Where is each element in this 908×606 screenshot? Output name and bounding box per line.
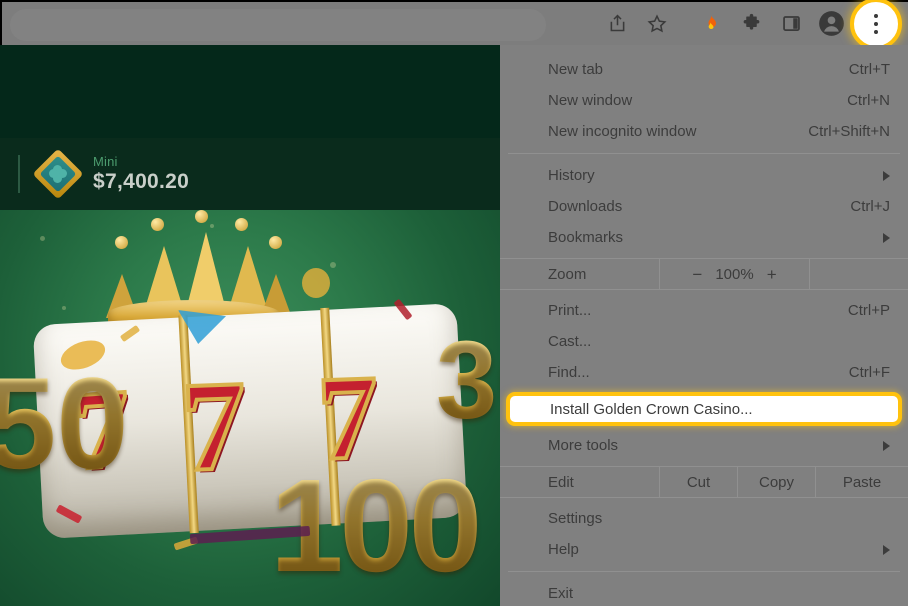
chrome-main-menu: New tab Ctrl+T New window Ctrl+N New inc… — [500, 45, 908, 606]
menu-cut-button[interactable]: Cut — [660, 467, 738, 497]
menu-dot — [874, 21, 878, 26]
fullscreen-icon[interactable] — [810, 259, 908, 289]
menu-item-label: Find... — [548, 364, 590, 381]
menu-item-downloads[interactable]: Downloads Ctrl+J — [500, 191, 908, 222]
jackpot-strip: Mini $7,400.20 — [0, 138, 500, 210]
chevron-right-icon — [883, 440, 890, 451]
clover-diamond-icon — [32, 148, 84, 200]
menu-zoom-row: Zoom − 100% + — [500, 258, 908, 290]
reel-symbol-seven: 7 — [178, 352, 251, 500]
menu-item-label: Downloads — [548, 198, 623, 215]
chevron-right-icon — [883, 544, 890, 555]
menu-item-label: Install Golden Crown Casino... — [550, 400, 753, 418]
menu-item-shortcut: Ctrl+J — [850, 198, 890, 215]
menu-item-label: More tools — [548, 437, 619, 454]
menu-item-print[interactable]: Print... Ctrl+P — [500, 295, 908, 326]
menu-item-shortcut: Ctrl+T — [848, 61, 890, 78]
gold-number-50: 50 — [0, 358, 129, 488]
jackpot-label: Mini — [93, 153, 118, 169]
zoom-in-button[interactable]: + — [758, 266, 786, 283]
menu-item-find[interactable]: Find... Ctrl+F — [500, 357, 908, 388]
star-icon[interactable] — [640, 7, 674, 41]
browser-screenshot: Mini $7,400.20 7 7 50 3 100 New tab Ctrl… — [0, 0, 908, 606]
menu-item-label: Print... — [548, 302, 592, 319]
menu-item-shortcut: Ctrl+F — [848, 364, 890, 381]
menu-item-new-window[interactable]: New window Ctrl+N — [500, 85, 908, 116]
menu-item-new-incognito-window[interactable]: New incognito window Ctrl+Shift+N — [500, 116, 908, 147]
gold-number-30: 30 — [436, 326, 500, 436]
jackpot-amount: $7,400.20 — [93, 169, 190, 193]
menu-paste-label: Paste — [842, 473, 882, 491]
flame-icon[interactable] — [694, 7, 728, 41]
menu-item-settings[interactable]: Settings — [500, 503, 908, 534]
side-panel-icon[interactable] — [774, 7, 808, 41]
chevron-right-icon — [883, 232, 890, 243]
chevron-right-icon — [883, 170, 890, 181]
zoom-level-value: 100% — [715, 265, 754, 283]
menu-item-cast[interactable]: Cast... — [500, 326, 908, 357]
jackpot-text: Mini $7,400.20 — [93, 153, 190, 194]
menu-item-label: New window — [548, 92, 633, 109]
puzzle-icon[interactable] — [734, 7, 768, 41]
site-header-band — [0, 45, 500, 138]
address-bar[interactable] — [10, 9, 546, 41]
menu-edit-row: Edit Cut Copy Paste — [500, 466, 908, 498]
menu-zoom-label: Zoom — [548, 265, 587, 283]
menu-dot — [874, 29, 878, 34]
menu-item-label: Help — [548, 541, 579, 558]
menu-item-install-app[interactable]: Install Golden Crown Casino... — [506, 392, 902, 426]
menu-paste-button[interactable]: Paste — [816, 467, 908, 497]
menu-item-label: Bookmarks — [548, 229, 624, 246]
menu-item-shortcut: Ctrl+P — [847, 302, 890, 319]
share-icon[interactable] — [600, 7, 634, 41]
menu-separator — [508, 153, 900, 154]
menu-edit-label-cell: Edit — [500, 467, 660, 497]
menu-dot — [874, 13, 878, 18]
menu-zoom-label-cell: Zoom — [500, 259, 660, 289]
menu-item-new-tab[interactable]: New tab Ctrl+T — [500, 54, 908, 85]
zoom-out-button[interactable]: − — [683, 266, 711, 283]
menu-copy-label: Copy — [758, 473, 795, 491]
menu-edit-label: Edit — [548, 473, 574, 491]
menu-item-shortcut: Ctrl+Shift+N — [808, 123, 890, 140]
menu-copy-button[interactable]: Copy — [738, 467, 816, 497]
menu-item-label: Exit — [548, 585, 574, 602]
menu-item-label: New tab — [548, 61, 604, 78]
menu-item-label: New incognito window — [548, 123, 697, 140]
menu-item-exit[interactable]: Exit — [500, 578, 908, 606]
browser-toolbar — [0, 0, 908, 50]
menu-item-label: Settings — [548, 510, 603, 527]
menu-item-label: Cast... — [548, 333, 592, 350]
menu-zoom-controls: − 100% + — [660, 259, 810, 289]
menu-item-shortcut: Ctrl+N — [847, 92, 890, 109]
three-dot-menu-button[interactable] — [850, 0, 902, 50]
menu-item-label: History — [548, 167, 595, 184]
menu-item-more-tools[interactable]: More tools — [500, 430, 908, 461]
jackpot-divider — [18, 155, 20, 193]
menu-separator — [508, 571, 900, 572]
menu-item-bookmarks[interactable]: Bookmarks — [500, 222, 908, 253]
menu-item-help[interactable]: Help — [500, 534, 908, 565]
menu-cut-label: Cut — [686, 473, 711, 491]
menu-item-history[interactable]: History — [500, 160, 908, 191]
profile-avatar-icon[interactable] — [814, 7, 848, 41]
slot-machine-promo-image: 7 7 7 50 30 100 — [0, 210, 500, 606]
